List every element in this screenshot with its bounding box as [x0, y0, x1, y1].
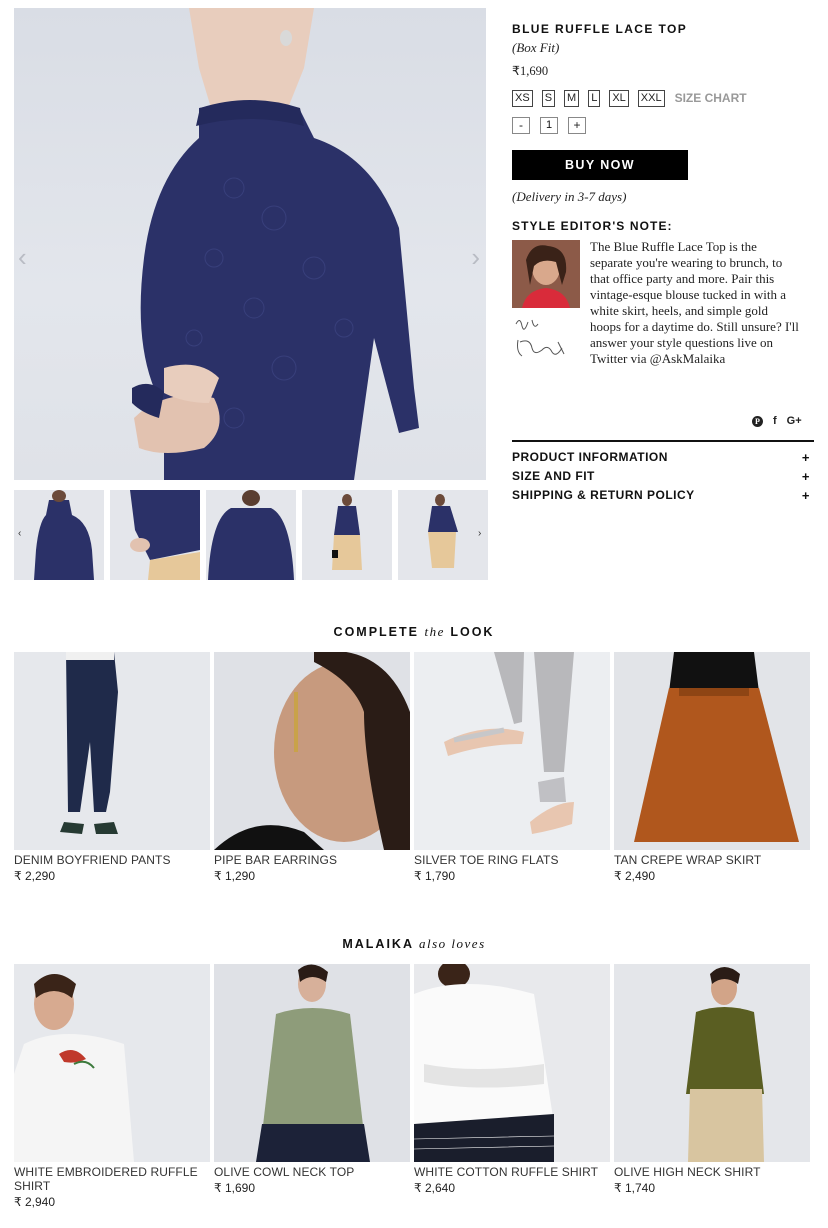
- heading-part: COMPLETE: [333, 625, 425, 639]
- product-card[interactable]: PIPE BAR EARRINGS ₹ 1,290: [214, 652, 410, 883]
- size-l-button[interactable]: L: [588, 89, 601, 107]
- style-editor-heading: STYLE EDITOR'S NOTE:: [512, 219, 673, 233]
- product-card[interactable]: OLIVE HIGH NECK SHIRT ₹ 1,740: [614, 964, 810, 1195]
- heading-italic: also loves: [419, 936, 486, 951]
- thumb-next-arrow[interactable]: ›: [478, 528, 481, 539]
- product-title: BLUE RUFFLE LACE TOP: [512, 22, 688, 36]
- thumbnail-full-side[interactable]: [398, 490, 488, 580]
- editor-signature: [512, 312, 572, 362]
- heading-italic: the: [424, 624, 445, 639]
- plus-icon[interactable]: +: [802, 469, 810, 484]
- quantity-decrease-button[interactable]: -: [512, 117, 530, 134]
- product-name[interactable]: OLIVE COWL NECK TOP: [214, 1165, 410, 1179]
- size-xxl-button[interactable]: XXL: [637, 89, 665, 107]
- plus-icon[interactable]: +: [802, 488, 810, 503]
- thumbnail-strip: ‹ ›: [14, 490, 488, 580]
- accordion-label: SHIPPING & RETURN POLICY: [512, 488, 695, 502]
- product-card[interactable]: WHITE COTTON RUFFLE SHIRT ₹ 2,640: [414, 964, 610, 1195]
- product-image[interactable]: [14, 652, 210, 850]
- accordion-label: PRODUCT INFORMATION: [512, 450, 668, 464]
- product-name[interactable]: WHITE COTTON RUFFLE SHIRT: [414, 1165, 610, 1179]
- size-m-button[interactable]: M: [564, 89, 580, 107]
- product-price: ₹1,690: [512, 64, 549, 78]
- style-editor-note: The Blue Ruffle Lace Top is the separate…: [590, 239, 799, 366]
- product-price: ₹ 2,940: [14, 1195, 55, 1209]
- product-price: ₹ 1,290: [214, 869, 255, 883]
- buy-now-button[interactable]: BUY NOW: [512, 150, 688, 180]
- main-product-image[interactable]: ‹ ›: [14, 8, 486, 480]
- google-plus-icon[interactable]: G+: [787, 415, 802, 427]
- product-name[interactable]: TAN CREPE WRAP SKIRT: [614, 853, 810, 867]
- heading-part: MALAIKA: [342, 937, 419, 951]
- accordion-product-information[interactable]: PRODUCT INFORMATION +: [512, 450, 810, 465]
- product-card[interactable]: SILVER TOE RING FLATS ₹ 1,790: [414, 652, 610, 883]
- product-price: ₹ 2,290: [14, 869, 55, 883]
- size-selector: XS S M L XL XXL SIZE CHART: [512, 89, 747, 107]
- product-price: ₹ 1,690: [214, 1181, 255, 1195]
- accordion-size-and-fit[interactable]: SIZE AND FIT +: [512, 469, 810, 484]
- product-image[interactable]: [414, 964, 610, 1162]
- gallery-next-arrow[interactable]: ›: [471, 244, 480, 270]
- size-s-button[interactable]: S: [541, 89, 556, 107]
- product-image[interactable]: [14, 964, 210, 1162]
- thumbnail-full-front[interactable]: [302, 490, 392, 580]
- size-xs-button[interactable]: XS: [512, 89, 533, 107]
- thumbnail-front[interactable]: [14, 490, 104, 580]
- facebook-icon[interactable]: f: [773, 415, 777, 427]
- product-name[interactable]: SILVER TOE RING FLATS: [414, 853, 610, 867]
- thumbnail-back[interactable]: [206, 490, 296, 580]
- product-price: ₹ 2,490: [614, 869, 655, 883]
- pinterest-icon[interactable]: P: [752, 415, 763, 427]
- thumbnail-detail[interactable]: [110, 490, 200, 580]
- thumb-prev-arrow[interactable]: ‹: [18, 528, 21, 539]
- product-name[interactable]: PIPE BAR EARRINGS: [214, 853, 410, 867]
- quantity-stepper: - 1 +: [512, 117, 586, 134]
- product-card[interactable]: WHITE EMBROIDERED RUFFLE SHIRT ₹ 2,940: [14, 964, 210, 1209]
- share-icons: P f G+: [752, 415, 802, 427]
- accordion-label: SIZE AND FIT: [512, 469, 595, 483]
- details-divider: [512, 440, 814, 442]
- product-image[interactable]: [614, 964, 810, 1162]
- product-image[interactable]: [614, 652, 810, 850]
- product-image[interactable]: [214, 652, 410, 850]
- quantity-increase-button[interactable]: +: [568, 117, 586, 134]
- product-name[interactable]: DENIM BOYFRIEND PANTS: [14, 853, 210, 867]
- complete-look-heading: COMPLETE the LOOK: [0, 624, 828, 640]
- product-fit: (Box Fit): [512, 40, 560, 55]
- size-chart-link[interactable]: SIZE CHART: [675, 91, 747, 105]
- product-card[interactable]: TAN CREPE WRAP SKIRT ₹ 2,490: [614, 652, 810, 883]
- plus-icon[interactable]: +: [802, 450, 810, 465]
- product-card[interactable]: DENIM BOYFRIEND PANTS ₹ 2,290: [14, 652, 210, 883]
- gallery-prev-arrow[interactable]: ‹: [18, 244, 27, 270]
- quantity-input[interactable]: 1: [540, 117, 558, 134]
- product-price: ₹ 2,640: [414, 1181, 455, 1195]
- model-figure: [132, 8, 419, 480]
- product-price: ₹ 1,790: [414, 869, 455, 883]
- product-card[interactable]: OLIVE COWL NECK TOP ₹ 1,690: [214, 964, 410, 1195]
- product-price: ₹ 1,740: [614, 1181, 655, 1195]
- editor-avatar: [512, 240, 580, 308]
- product-image[interactable]: [214, 964, 410, 1162]
- also-loves-heading: MALAIKA also loves: [0, 936, 828, 952]
- heading-part: LOOK: [444, 625, 495, 639]
- product-name[interactable]: WHITE EMBROIDERED RUFFLE SHIRT: [14, 1165, 210, 1193]
- delivery-estimate: (Delivery in 3-7 days): [512, 189, 627, 204]
- accordion-shipping-return[interactable]: SHIPPING & RETURN POLICY +: [512, 488, 810, 503]
- size-xl-button[interactable]: XL: [609, 89, 629, 107]
- product-name[interactable]: OLIVE HIGH NECK SHIRT: [614, 1165, 810, 1179]
- product-image[interactable]: [414, 652, 610, 850]
